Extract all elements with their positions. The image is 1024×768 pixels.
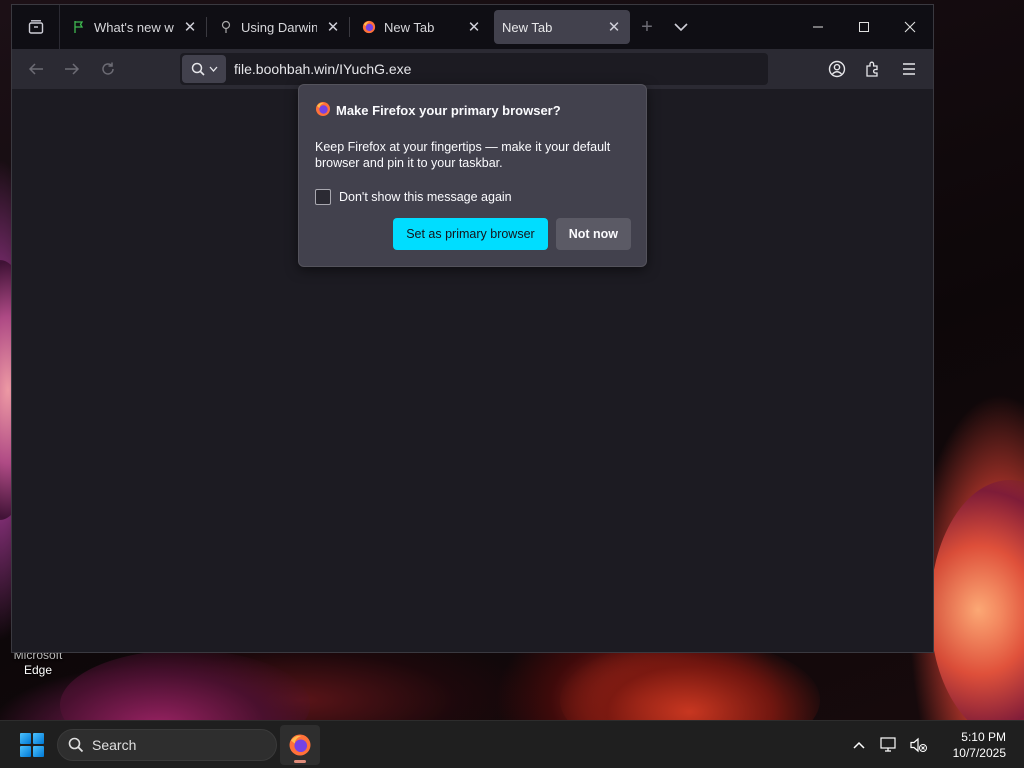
tab-new-tab-1[interactable]: New Tab ✕: [354, 10, 490, 44]
tab-using-darwinoc[interactable]: Using DarwinOC ✕: [211, 10, 349, 44]
close-icon[interactable]: ✕: [182, 18, 198, 36]
back-arrow-icon: [28, 63, 43, 75]
maximize-icon: [859, 22, 869, 32]
set-primary-browser-button[interactable]: Set as primary browser: [393, 218, 548, 250]
volume-button[interactable]: [904, 725, 934, 765]
popup-message: Keep Firefox at your fingertips — make i…: [315, 140, 611, 170]
start-button[interactable]: [20, 733, 44, 757]
network-icon: [880, 737, 896, 752]
maximize-button[interactable]: [841, 5, 887, 49]
menu-button[interactable]: [893, 53, 925, 85]
tab-title: New Tab: [502, 19, 553, 35]
close-icon: [904, 21, 916, 33]
url-text: file.boohbah.win/IYuchG.exe: [234, 61, 412, 77]
plus-icon: +: [641, 15, 653, 38]
reload-icon: [102, 62, 114, 75]
chevron-down-icon: [209, 66, 217, 72]
forward-button[interactable]: [54, 53, 90, 85]
url-bar[interactable]: file.boohbah.win/IYuchG.exe: [180, 53, 768, 85]
minimize-button[interactable]: [795, 5, 841, 49]
puzzle-icon: [866, 61, 878, 77]
firefox-icon: [362, 20, 376, 34]
extensions-button[interactable]: [857, 53, 889, 85]
desktop-icon-label-line2: Edge: [23, 663, 53, 677]
toolbar-actions: [821, 53, 925, 85]
tab-title: New Tab: [384, 19, 435, 35]
search-icon: [68, 737, 84, 753]
chevron-down-icon: [674, 23, 688, 32]
taskbar: Search 5:10 PM 10/7/2025: [0, 720, 1024, 768]
close-icon[interactable]: ✕: [606, 18, 622, 36]
clock[interactable]: 5:10 PM 10/7/2025: [934, 729, 1024, 761]
window-controls: [795, 5, 933, 49]
close-icon[interactable]: ✕: [325, 18, 341, 36]
firefox-view-button[interactable]: [12, 5, 60, 49]
hamburger-menu-icon: [903, 63, 915, 75]
taskbar-firefox-app[interactable]: [280, 725, 320, 765]
chevron-up-icon: [853, 741, 865, 749]
tab-separator: [206, 17, 207, 37]
close-icon[interactable]: ✕: [466, 18, 482, 36]
clock-date: 10/7/2025: [952, 746, 1006, 760]
dont-show-again-checkbox[interactable]: [315, 189, 331, 205]
default-browser-popup: Make Firefox your primary browser? Keep …: [298, 84, 647, 267]
network-status-button[interactable]: [874, 725, 904, 765]
close-window-button[interactable]: [887, 5, 933, 49]
system-tray: 5:10 PM 10/7/2025: [844, 721, 1024, 768]
account-icon: [828, 60, 846, 78]
pin-icon: [219, 20, 233, 34]
search-label: Search: [92, 737, 137, 753]
taskbar-search-box[interactable]: Search: [57, 729, 277, 761]
firefox-view-icon: [28, 20, 43, 34]
account-button[interactable]: [821, 53, 853, 85]
back-button[interactable]: [18, 53, 54, 85]
show-hidden-icons-button[interactable]: [844, 725, 874, 765]
firefox-icon: [289, 734, 311, 756]
not-now-button[interactable]: Not now: [555, 218, 631, 250]
new-tab-button[interactable]: +: [630, 10, 664, 44]
reload-button[interactable]: [90, 53, 126, 85]
tab-title: What's new with: [94, 19, 174, 35]
tab-new-tab-active[interactable]: New Tab ✕: [494, 10, 630, 44]
tab-title: Using DarwinOC: [241, 19, 317, 35]
clock-time: 5:10 PM: [961, 730, 1006, 744]
forward-arrow-icon: [65, 63, 80, 75]
tab-bar: What's new with ✕ Using DarwinOC ✕ New T…: [12, 5, 933, 49]
dont-show-again-option[interactable]: Don't show this message again: [315, 189, 630, 205]
minimize-icon: [813, 26, 823, 28]
firefox-icon: [315, 101, 331, 120]
checkbox-label: Don't show this message again: [339, 190, 512, 204]
popup-title: Make Firefox your primary browser?: [336, 103, 561, 118]
list-all-tabs-button[interactable]: [664, 10, 698, 44]
tab-separator: [349, 17, 350, 37]
search-engine-button[interactable]: [182, 55, 226, 83]
active-app-indicator: [294, 760, 306, 763]
speaker-muted-icon: [910, 737, 927, 753]
windows-logo-icon: [20, 733, 31, 744]
search-icon: [191, 62, 205, 76]
navigation-toolbar: file.boohbah.win/IYuchG.exe: [12, 49, 933, 89]
github-icon: [72, 20, 86, 34]
tab-whats-new[interactable]: What's new with ✕: [64, 10, 206, 44]
